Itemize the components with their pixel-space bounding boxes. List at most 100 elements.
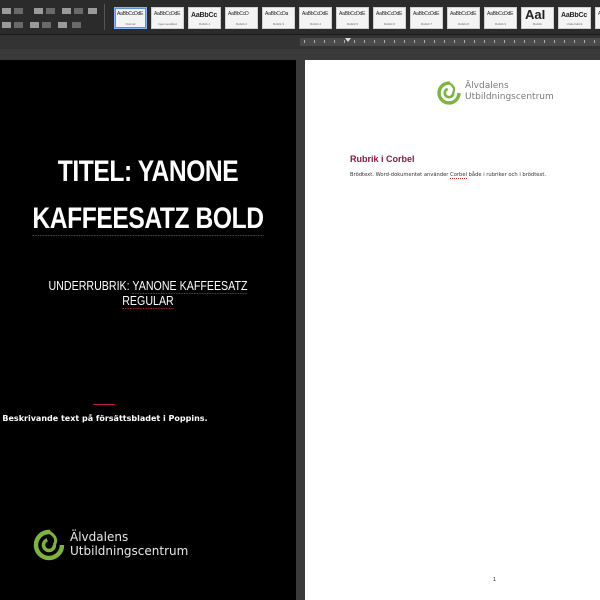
style-name: Rubrik bbox=[533, 22, 542, 26]
cover-subtitle-font: YANONE KAFFEESATZ REGULAR bbox=[122, 278, 248, 309]
line-spacing-icon[interactable] bbox=[30, 22, 39, 28]
page-number: 1 bbox=[493, 577, 497, 583]
ribbon-separator bbox=[104, 4, 105, 30]
ruler-tick bbox=[494, 40, 495, 43]
ruler-tick bbox=[314, 40, 315, 43]
logo-swirl-icon bbox=[33, 529, 65, 561]
document-canvas: TITEL: YANONE KAFFEESATZ BOLD UNDERRUBRI… bbox=[0, 50, 600, 600]
ruler-tick bbox=[554, 40, 555, 43]
logo-swirl-icon bbox=[437, 81, 461, 105]
style-sample: AaBbCcDdE bbox=[487, 11, 514, 17]
decrease-indent-icon[interactable] bbox=[62, 8, 71, 14]
cover-title-line2-text: KAFFEESATZ BOLD bbox=[32, 202, 264, 236]
style-name: Ingen avstånd bbox=[158, 22, 177, 26]
ruler-tick bbox=[544, 40, 545, 43]
style-tile[interactable]: AaBbCcDa Rubrik 3 bbox=[262, 7, 295, 29]
sort-icon[interactable] bbox=[72, 22, 81, 28]
style-tile[interactable]: AaBbCc Rubrik 1 bbox=[188, 7, 221, 29]
content-page[interactable]: Älvdalens Utbildningscentrum Rubrik i Co… bbox=[305, 60, 600, 600]
style-sample: AaBbCcDdE bbox=[302, 11, 329, 17]
body-text-suffix: både i rubriker och i brödtext. bbox=[466, 172, 547, 178]
ruler-tick bbox=[574, 40, 575, 43]
ruler-tick bbox=[384, 40, 385, 43]
cover-subtitle-prefix: UNDERRUBRIK: bbox=[48, 278, 133, 293]
horizontal-ruler[interactable] bbox=[0, 35, 600, 49]
style-tile[interactable]: AaI Rubrik bbox=[521, 7, 554, 29]
style-name: Underrubrik bbox=[566, 22, 583, 26]
cover-logo-line1: Älvdalens bbox=[70, 530, 129, 544]
increase-indent-icon[interactable] bbox=[74, 8, 83, 14]
content-heading: Rubrik i Corbel bbox=[350, 154, 415, 164]
style-name: Rubrik 2 bbox=[235, 22, 248, 26]
borders-icon[interactable] bbox=[58, 22, 67, 28]
ruler-tick bbox=[454, 40, 455, 43]
cover-page[interactable]: TITEL: YANONE KAFFEESATZ BOLD UNDERRUBRI… bbox=[0, 60, 296, 600]
shading-icon[interactable] bbox=[42, 22, 51, 28]
content-logo-line1: Älvdalens bbox=[465, 81, 509, 91]
content-logo: Älvdalens Utbildningscentrum bbox=[436, 80, 566, 110]
cover-logo: Älvdalens Utbildningscentrum bbox=[32, 528, 192, 568]
style-tile[interactable]: AaBbCcDdE Rubrik 9 bbox=[484, 7, 517, 29]
style-name: Rubrik 5 bbox=[346, 22, 359, 26]
ruler-tick bbox=[564, 40, 565, 43]
style-tile[interactable]: AaBbCcDdE Ingen avstånd bbox=[151, 7, 184, 29]
style-gallery: AaBbCcDdE Normal AaBbCcDdE Ingen avstånd AaB… bbox=[110, 7, 600, 31]
cover-title-line1: TITEL: YANONE bbox=[57, 155, 239, 188]
ruler-tick bbox=[484, 40, 485, 43]
ruler-tick bbox=[354, 40, 355, 43]
style-name: Rubrik 6 bbox=[383, 22, 396, 26]
style-sample: AaBbCcDdE bbox=[376, 11, 403, 17]
ruler-tick bbox=[304, 40, 305, 43]
style-name: Rubrik 8 bbox=[457, 22, 470, 26]
show-marks-icon[interactable] bbox=[88, 8, 97, 14]
ruler-tick bbox=[364, 40, 365, 43]
multilevel-list-icon[interactable] bbox=[46, 8, 55, 14]
ruler-tick bbox=[374, 40, 375, 43]
ruler-tick bbox=[424, 40, 425, 43]
ruler-tick bbox=[504, 40, 505, 43]
ruler-tick bbox=[434, 40, 435, 43]
style-name: Rubrik 3 bbox=[272, 22, 285, 26]
style-sample: AaBbCc bbox=[561, 12, 588, 19]
style-tile[interactable]: AaBbCcDdE Rubrik 7 bbox=[410, 7, 443, 29]
style-sample: AaI bbox=[525, 7, 546, 22]
style-name: Rubrik 9 bbox=[494, 22, 507, 26]
ruler-tick bbox=[514, 40, 515, 43]
style-sample: AaBbCcD bbox=[228, 11, 249, 17]
ruler-tick bbox=[474, 40, 475, 43]
ruler-tick bbox=[324, 40, 325, 43]
list-dropdown-icon[interactable] bbox=[14, 8, 23, 14]
indent-marker[interactable] bbox=[345, 38, 351, 42]
style-name: Rubrik 7 bbox=[420, 22, 433, 26]
style-sample: AaBbCcDdE bbox=[117, 11, 144, 17]
style-tile[interactable]: AaBbCcDdE Rubrik 5 bbox=[336, 7, 369, 29]
ruler-tick bbox=[394, 40, 395, 43]
ruler-tick bbox=[534, 40, 535, 43]
numbered-list-icon[interactable] bbox=[34, 8, 43, 14]
style-tile[interactable]: AaBbCcDdE Rubrik 8 bbox=[447, 7, 480, 29]
align-center-icon[interactable] bbox=[14, 22, 23, 28]
ruler-tick bbox=[414, 40, 415, 43]
content-body: Brödtext. Word-dokumentet använder Corbe… bbox=[350, 172, 590, 179]
style-sample: AaBbCcDdE bbox=[450, 11, 477, 17]
ruler-tick bbox=[444, 40, 445, 43]
ruler-tick bbox=[584, 40, 585, 43]
style-name: Rubrik 4 bbox=[309, 22, 322, 26]
style-tile[interactable]: AaBbCcDdE Normal bbox=[114, 7, 147, 29]
paragraph-tools bbox=[0, 6, 100, 30]
style-tile[interactable]: AaBbCc Underrubrik bbox=[558, 7, 591, 29]
cover-subtitle: UNDERRUBRIK: YANONE KAFFEESATZ REGULAR bbox=[27, 278, 270, 309]
ruler-tick bbox=[594, 40, 595, 43]
style-tile[interactable]: AaBbCcDdEDiskret betoning bbox=[595, 7, 600, 29]
cover-description: Beskrivande text på försättsbladet i Pop… bbox=[2, 414, 208, 423]
style-sample: AaBbCcDdE bbox=[339, 11, 366, 17]
content-logo-line2: Utbildningscentrum bbox=[465, 92, 554, 102]
bullet-list-icon[interactable] bbox=[2, 8, 11, 14]
style-tile[interactable]: AaBbCcDdE Rubrik 4 bbox=[299, 7, 332, 29]
align-left-icon[interactable] bbox=[2, 22, 11, 28]
style-sample: AaBbCc bbox=[191, 12, 218, 19]
style-tile[interactable]: AaBbCcDdE Rubrik 6 bbox=[373, 7, 406, 29]
style-name: Rubrik 1 bbox=[198, 22, 211, 26]
body-text-prefix: Brödtext. Word-dokumentet använder bbox=[350, 172, 451, 178]
style-tile[interactable]: AaBbCcD Rubrik 2 bbox=[225, 7, 258, 29]
